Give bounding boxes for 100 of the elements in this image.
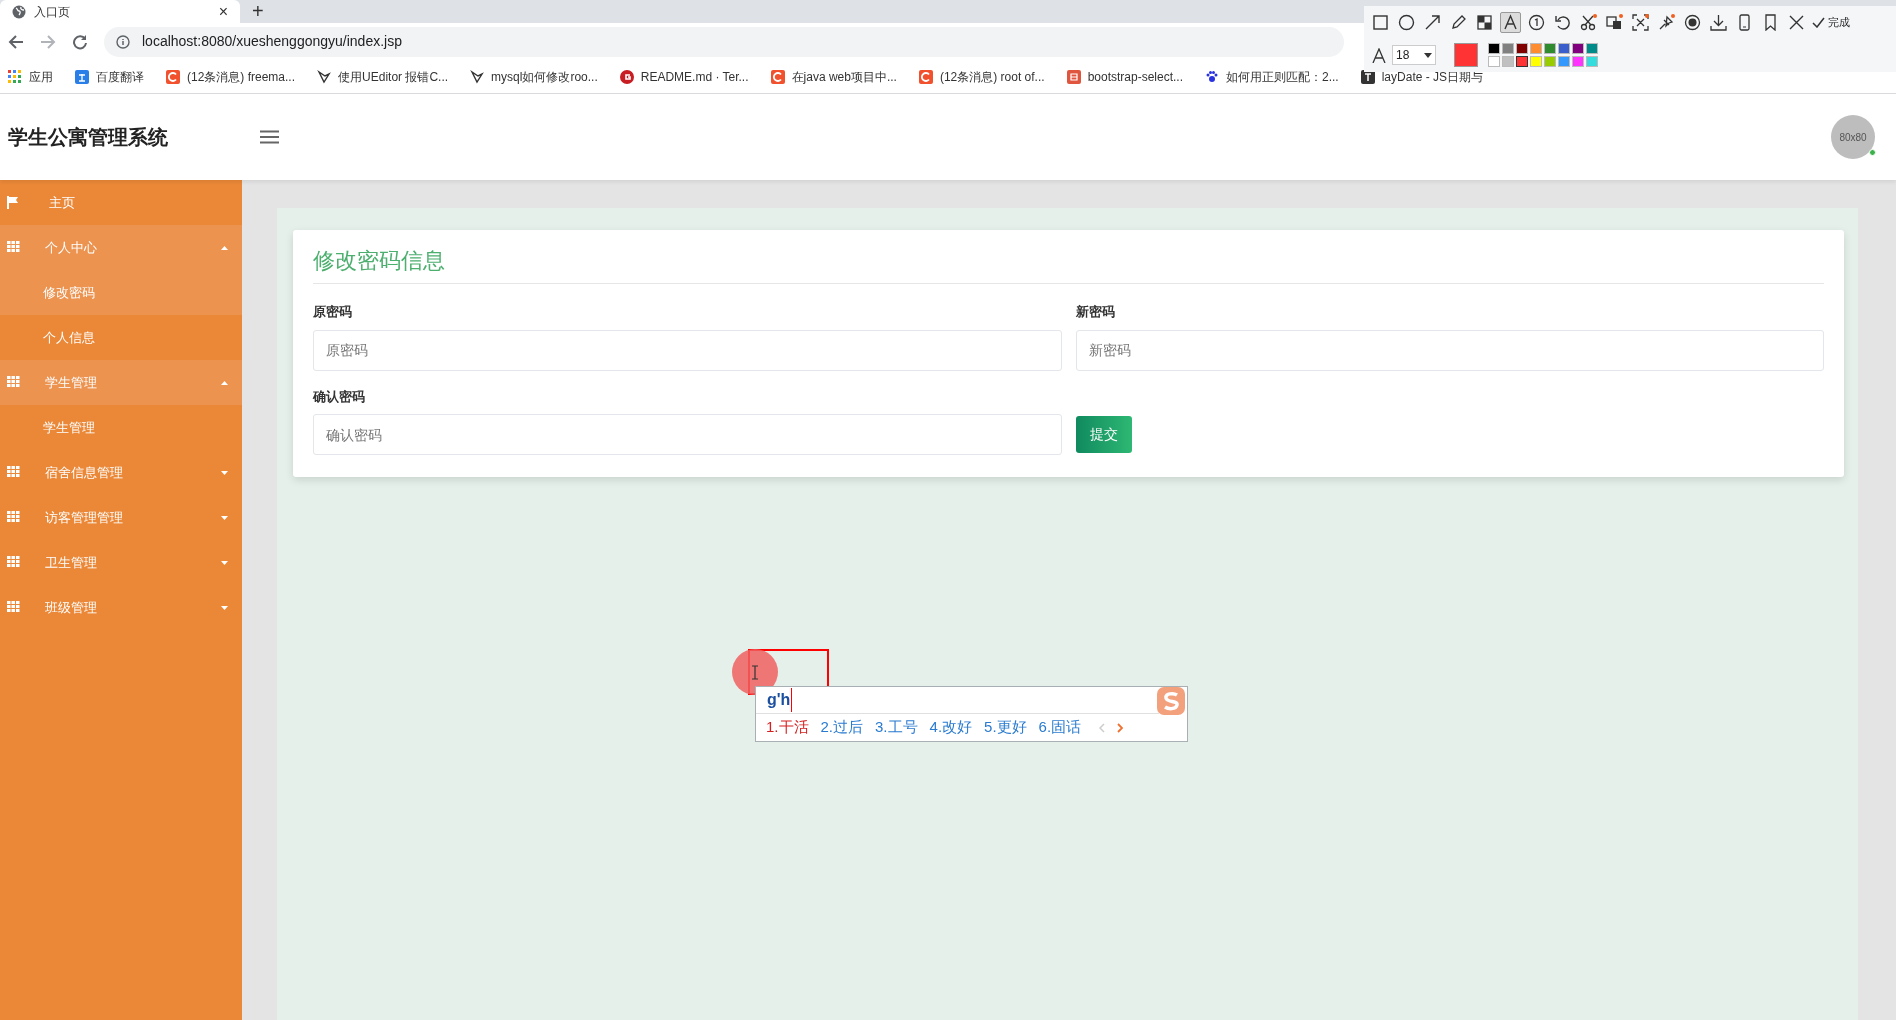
apps-grid-icon[interactable] xyxy=(8,69,22,84)
reload-icon[interactable] xyxy=(72,33,88,50)
bird-icon[interactable] xyxy=(317,69,332,84)
color-swatch[interactable] xyxy=(1544,56,1556,67)
close-icon xyxy=(1788,13,1805,31)
field-label: 确认密码 xyxy=(313,387,366,406)
letter-c-icon[interactable] xyxy=(166,69,180,84)
input-field[interactable]: 原密码 xyxy=(313,329,1062,371)
color-swatch[interactable] xyxy=(1530,56,1542,67)
font-size-icon xyxy=(1372,47,1386,63)
tab-title: 入口页 xyxy=(34,3,71,21)
form-title: 修改密码信息 xyxy=(313,244,1824,284)
ime-candidate[interactable]: 6.固话 xyxy=(1038,716,1082,739)
color-swatch[interactable] xyxy=(1586,56,1598,67)
bookmark-link[interactable]: 应用 xyxy=(29,67,53,86)
pin-icon xyxy=(1658,13,1675,31)
grid-icon xyxy=(7,601,20,614)
field-label: 原密码 xyxy=(313,303,353,321)
letter-g-icon[interactable] xyxy=(619,69,634,84)
color-swatch[interactable] xyxy=(1530,43,1542,54)
scan-text-button[interactable] xyxy=(1630,11,1651,33)
color-swatch[interactable] xyxy=(1544,43,1556,54)
bookmark-link[interactable]: 在java web项目中... xyxy=(791,67,897,86)
current-color-swatch[interactable] xyxy=(1454,43,1478,67)
ime-input-text: g'h xyxy=(767,688,793,712)
phone-icon xyxy=(1736,13,1753,31)
bookmark-link[interactable]: (12条消息) root of... xyxy=(939,67,1045,86)
caret-down-icon xyxy=(221,605,228,610)
grid-icon xyxy=(7,241,20,254)
color-swatch[interactable] xyxy=(1516,43,1528,54)
bookmark-link[interactable]: layDate - JS日期与 xyxy=(1381,67,1484,86)
grid-icon xyxy=(7,511,20,524)
ellipse-tool-icon xyxy=(1398,13,1415,31)
grid-icon xyxy=(7,466,20,479)
mosaic-tool-icon xyxy=(1476,13,1493,31)
flag-icon xyxy=(7,196,20,209)
color-swatch[interactable] xyxy=(1488,43,1500,54)
globe-icon xyxy=(12,4,26,19)
new-tab-button[interactable]: + xyxy=(252,1,264,21)
done-button[interactable]: 完成 xyxy=(1812,13,1850,31)
input-field[interactable]: 新密码 xyxy=(1075,329,1824,371)
bookmark-link[interactable]: 百度翻译 xyxy=(96,67,144,86)
input-field[interactable]: 确认密码 xyxy=(313,414,1062,455)
number-tool-icon xyxy=(1528,13,1545,31)
field-label: 新密码 xyxy=(1075,303,1116,321)
bookmark-link[interactable]: 使用UEditor 报错C... xyxy=(338,67,449,86)
letter-c-icon[interactable] xyxy=(770,69,785,84)
scan-text-icon xyxy=(1632,13,1649,31)
record-icon xyxy=(1684,13,1701,31)
download-icon xyxy=(1710,13,1727,31)
color-swatch[interactable] xyxy=(1558,56,1570,67)
font-size-dropdown[interactable]: 18 xyxy=(1392,45,1436,65)
bookmark-link[interactable]: 如何用正则匹配：2... xyxy=(1226,67,1339,86)
back-icon[interactable] xyxy=(8,33,24,50)
color-swatch[interactable] xyxy=(1572,56,1584,67)
arrow-tool-icon xyxy=(1424,13,1441,31)
color-swatch[interactable] xyxy=(1572,43,1584,54)
letter-c-icon[interactable] xyxy=(918,69,933,84)
color-swatch[interactable] xyxy=(1502,56,1514,67)
pencil-tool-icon xyxy=(1450,13,1467,31)
menu-icon[interactable] xyxy=(260,130,279,144)
scissors-icon xyxy=(1580,13,1597,31)
ime-candidate[interactable]: 3.工号 xyxy=(875,716,918,739)
bookmark-link[interactable]: mysql如何修改roo... xyxy=(491,67,598,86)
checkmark-icon xyxy=(1812,16,1825,28)
tab-close-button[interactable]: × xyxy=(218,3,228,20)
bookmark-link[interactable]: bootstrap-select... xyxy=(1087,67,1183,86)
avatar[interactable]: 80x80 xyxy=(1831,115,1875,159)
bird-icon[interactable] xyxy=(470,69,485,84)
caret-down-icon xyxy=(221,560,228,565)
color-swatch[interactable] xyxy=(1558,43,1570,54)
url-text: localhost:8080/xueshenggongyu/index.jsp xyxy=(142,32,402,51)
avatar-label: 80x80 xyxy=(1839,130,1867,145)
caret-down-icon xyxy=(221,470,228,475)
browser-tab[interactable]: 入口页 × xyxy=(0,0,240,23)
color-swatch[interactable] xyxy=(1502,43,1514,54)
color-swatch[interactable] xyxy=(1488,56,1500,67)
chevron-right-icon[interactable] xyxy=(1117,722,1124,733)
caret-down-icon xyxy=(221,515,228,520)
ime-candidate[interactable]: 2.过后 xyxy=(820,716,864,739)
text-tool-button[interactable] xyxy=(1500,11,1521,33)
color-swatch[interactable] xyxy=(1586,43,1598,54)
grid-icon xyxy=(7,556,20,569)
square-logo-icon[interactable] xyxy=(1066,69,1081,84)
rectangle-tool-icon xyxy=(1372,13,1389,31)
caret-up-icon xyxy=(221,380,228,385)
translate-icon[interactable] xyxy=(75,69,89,84)
paw-icon[interactable] xyxy=(1205,69,1219,84)
translate-tool-icon xyxy=(1606,13,1623,31)
color-swatch[interactable] xyxy=(1516,56,1528,67)
address-bar[interactable]: localhost:8080/xueshenggongyu/index.jsp xyxy=(104,26,1344,57)
app-title: 学生公寓管理系统 xyxy=(8,125,169,150)
submit-button[interactable]: 提交 xyxy=(1075,416,1132,453)
ime-candidate[interactable]: 5.更好 xyxy=(984,716,1027,739)
bookmark-link[interactable]: README.md · Ter... xyxy=(640,67,749,86)
scissors-button[interactable] xyxy=(1578,11,1599,33)
bookmark-link[interactable]: (12条消息) freema... xyxy=(187,67,296,86)
ime-candidate[interactable]: 1.干活 xyxy=(766,716,809,739)
ime-candidate[interactable]: 4.改好 xyxy=(929,716,973,739)
info-icon xyxy=(116,34,130,49)
